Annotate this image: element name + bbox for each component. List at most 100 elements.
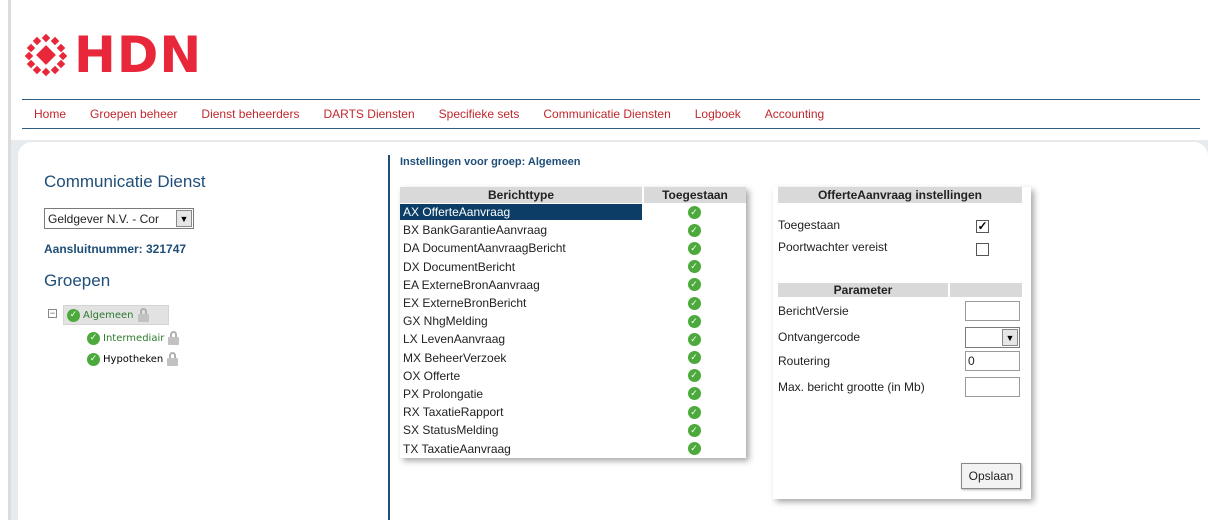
berichttype-cell[interactable]: RX TaxatieRapport bbox=[400, 404, 642, 420]
toegestaan-cell: ✓ bbox=[642, 332, 746, 346]
tree-item-intermediair[interactable]: ✓ Intermediair bbox=[84, 328, 183, 348]
poortwachter-label: Poortwachter vereist bbox=[778, 240, 888, 254]
instellingen-title: Instellingen voor groep: Algemeen bbox=[400, 156, 581, 168]
table-row[interactable]: MX BeheerVerzoek ✓ bbox=[400, 349, 746, 367]
groepen-title: Groepen bbox=[44, 271, 111, 290]
parameter-header: Parameter bbox=[778, 283, 1022, 297]
table-row[interactable]: LX LevenAanvraag ✓ bbox=[400, 330, 746, 348]
dienst-select[interactable]: Geldgever N.V. - Cor ▼ bbox=[44, 208, 194, 229]
max-bericht-input[interactable] bbox=[965, 377, 1020, 397]
table-row[interactable]: AX OfferteAanvraag ✓ bbox=[400, 203, 746, 221]
poortwachter-checkbox[interactable] bbox=[976, 243, 989, 256]
toegestaan-label: Toegestaan bbox=[778, 218, 841, 232]
toegestaan-cell: ✓ bbox=[642, 278, 746, 292]
nav-groepen-beheer[interactable]: Groepen beheer bbox=[90, 107, 177, 121]
nav-specifieke-sets[interactable]: Specifieke sets bbox=[439, 107, 520, 121]
table-row[interactable]: PX Prolongatie ✓ bbox=[400, 385, 746, 403]
table-row[interactable]: SX StatusMelding ✓ bbox=[400, 421, 746, 439]
table-row[interactable]: GX NhgMelding ✓ bbox=[400, 312, 746, 330]
toegestaan-cell: ✓ bbox=[642, 314, 746, 328]
table-row[interactable]: TX TaxatieAanvraag ✓ bbox=[400, 439, 746, 457]
check-icon: ✓ bbox=[687, 332, 701, 346]
aansluitnummer: Aansluitnummer: 321747 bbox=[44, 242, 187, 256]
check-icon: ✓ bbox=[87, 331, 100, 345]
berichttype-cell[interactable]: PX Prolongatie bbox=[400, 386, 642, 402]
nav-darts-diensten[interactable]: DARTS Diensten bbox=[323, 107, 414, 121]
tree-item-label: Algemeen bbox=[83, 309, 134, 321]
tree-item-hypotheken[interactable]: ✓ Hypotheken bbox=[84, 349, 182, 369]
toegestaan-cell: ✓ bbox=[642, 387, 746, 401]
nav-home[interactable]: Home bbox=[34, 107, 66, 121]
max-bericht-label: Max. bericht grootte (in Mb) bbox=[778, 380, 925, 394]
check-icon: ✓ bbox=[687, 351, 701, 365]
nav-accounting[interactable]: Accounting bbox=[765, 107, 824, 121]
check-icon: ✓ bbox=[687, 278, 701, 292]
toegestaan-cell: ✓ bbox=[642, 205, 746, 219]
check-icon: ✓ bbox=[67, 308, 80, 322]
chevron-down-icon[interactable]: ▼ bbox=[176, 210, 192, 227]
berichttype-cell[interactable]: MX BeheerVerzoek bbox=[400, 350, 642, 366]
lock-icon bbox=[166, 352, 179, 366]
check-icon: ✓ bbox=[687, 369, 701, 383]
check-icon: ✓ bbox=[687, 241, 701, 255]
check-icon: ✓ bbox=[687, 223, 701, 237]
nav-dienst-beheerders[interactable]: Dienst beheerders bbox=[201, 107, 299, 121]
berichttype-cell[interactable]: GX NhgMelding bbox=[400, 313, 642, 329]
column-header-toegestaan[interactable]: Toegestaan bbox=[644, 187, 746, 203]
berichtversie-input[interactable] bbox=[965, 301, 1020, 321]
check-icon: ✓ bbox=[687, 296, 701, 310]
chevron-down-icon[interactable]: ▼ bbox=[1002, 329, 1018, 346]
berichttype-cell[interactable]: OX Offerte bbox=[400, 368, 642, 384]
berichttype-table: Berichttype Toegestaan AX OfferteAanvraa… bbox=[400, 187, 746, 458]
toegestaan-cell: ✓ bbox=[642, 260, 746, 274]
berichttype-cell[interactable]: EA ExterneBronAanvraag bbox=[400, 277, 642, 293]
table-row[interactable]: BX BankGarantieAanvraag ✓ bbox=[400, 221, 746, 239]
check-icon: ✓ bbox=[687, 387, 701, 401]
table-row[interactable]: DX DocumentBericht ✓ bbox=[400, 258, 746, 276]
table-row[interactable]: DA DocumentAanvraagBericht ✓ bbox=[400, 239, 746, 257]
table-body: AX OfferteAanvraag ✓ BX BankGarantieAanvra… bbox=[400, 203, 746, 458]
nav-logboek[interactable]: Logboek bbox=[695, 107, 741, 121]
nav-communicatie-diensten[interactable]: Communicatie Diensten bbox=[543, 107, 670, 121]
hdn-logo-icon bbox=[24, 33, 68, 77]
berichttype-cell[interactable]: SX StatusMelding bbox=[400, 422, 642, 438]
berichttype-cell[interactable]: DX DocumentBericht bbox=[400, 259, 642, 275]
berichttype-cell[interactable]: EX ExterneBronBericht bbox=[400, 295, 642, 311]
settings-title: OfferteAanvraag instellingen bbox=[778, 187, 1022, 203]
parameter-header-value bbox=[950, 283, 1022, 297]
toegestaan-cell: ✓ bbox=[642, 223, 746, 237]
check-icon: ✓ bbox=[687, 442, 701, 456]
check-icon: ✓ bbox=[687, 260, 701, 274]
tree-item-algemeen[interactable]: ✓ Algemeen bbox=[63, 305, 169, 325]
toegestaan-cell: ✓ bbox=[642, 405, 746, 419]
berichttype-cell[interactable]: DA DocumentAanvraagBericht bbox=[400, 240, 642, 256]
table-row[interactable]: OX Offerte ✓ bbox=[400, 367, 746, 385]
column-header-berichttype[interactable]: Berichttype bbox=[400, 187, 642, 203]
hdn-logo[interactable]: HDN bbox=[24, 28, 202, 82]
berichttype-cell[interactable]: LX LevenAanvraag bbox=[400, 331, 642, 347]
tree-item-label: Intermediair bbox=[103, 332, 165, 344]
toegestaan-cell: ✓ bbox=[642, 423, 746, 437]
berichttype-cell[interactable]: TX TaxatieAanvraag bbox=[400, 441, 642, 457]
table-row[interactable]: EA ExterneBronAanvraag ✓ bbox=[400, 276, 746, 294]
table-row[interactable]: EX ExterneBronBericht ✓ bbox=[400, 294, 746, 312]
table-row[interactable]: RX TaxatieRapport ✓ bbox=[400, 403, 746, 421]
lock-icon bbox=[167, 331, 180, 345]
offerteaanvraag-settings: OfferteAanvraag instellingen Toegestaan … bbox=[773, 187, 1031, 499]
check-icon: ✓ bbox=[687, 205, 701, 219]
opslaan-button[interactable]: Opslaan bbox=[961, 463, 1021, 489]
toegestaan-checkbox[interactable]: ✓ bbox=[976, 220, 989, 233]
toegestaan-cell: ✓ bbox=[642, 351, 746, 365]
berichttype-cell[interactable]: BX BankGarantieAanvraag bbox=[400, 222, 642, 238]
check-icon: ✓ bbox=[687, 423, 701, 437]
ontvangercode-label: Ontvangercode bbox=[778, 330, 861, 344]
brand-name: HDN bbox=[74, 26, 203, 84]
berichtversie-label: BerichtVersie bbox=[778, 304, 849, 318]
tree-item-label: Hypotheken bbox=[103, 353, 164, 365]
berichttype-cell[interactable]: AX OfferteAanvraag bbox=[400, 204, 642, 221]
ontvangercode-select[interactable]: ▼ bbox=[965, 327, 1020, 348]
routering-input[interactable]: 0 bbox=[965, 351, 1020, 371]
collapse-icon[interactable]: − bbox=[48, 309, 57, 318]
check-icon: ✓ bbox=[687, 405, 701, 419]
dienst-select-value: Geldgever N.V. - Cor bbox=[48, 211, 159, 226]
